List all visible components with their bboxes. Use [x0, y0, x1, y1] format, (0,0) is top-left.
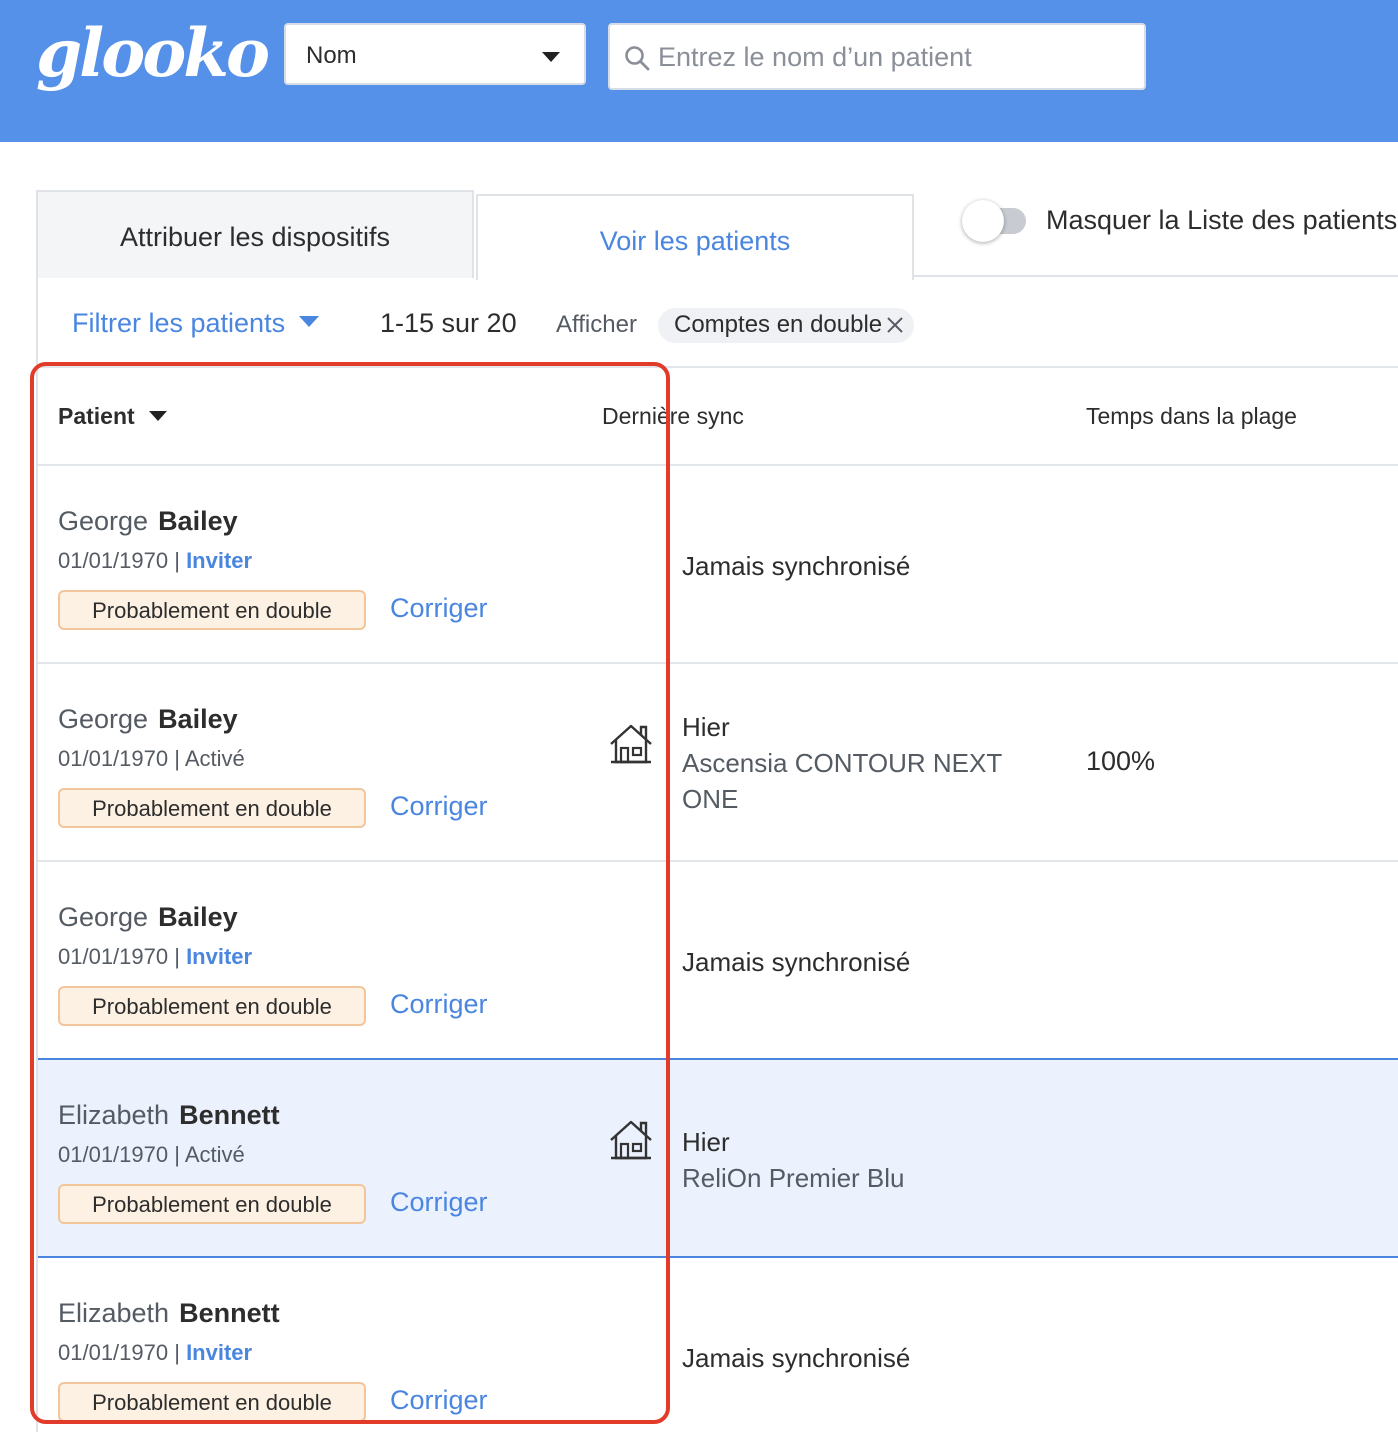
- meta-separator: |: [168, 1340, 187, 1365]
- filter-label: Filtrer les patients: [72, 308, 286, 338]
- fix-link[interactable]: Corriger: [390, 593, 488, 624]
- chevron-down-icon: [542, 52, 560, 62]
- last-name: Bailey: [158, 902, 238, 932]
- table-row[interactable]: George Bailey 01/01/1970 | Activé Probabl…: [38, 664, 1398, 860]
- column-header-time-in-range[interactable]: Temps dans la plage: [1086, 403, 1297, 430]
- account-status: Activé: [184, 1142, 245, 1167]
- column-patient-label: Patient: [58, 403, 135, 429]
- birth-date: 01/01/1970: [58, 944, 169, 969]
- sync-status: Jamais synchronisé: [682, 551, 911, 581]
- patient-name[interactable]: George Bailey: [58, 506, 238, 537]
- sync-status: Jamais synchronisé: [682, 947, 911, 977]
- table-row-selected[interactable]: Elizabeth Bennett 01/01/1970 | Activé Pro…: [38, 1058, 1398, 1258]
- first-name: Elizabeth: [58, 1298, 170, 1328]
- invite-link[interactable]: Inviter: [186, 548, 252, 573]
- last-sync-cell: Jamais synchronisé: [682, 1340, 910, 1376]
- patient-meta: 01/01/1970 | Inviter: [58, 548, 252, 574]
- patient-search-input[interactable]: [658, 39, 1128, 75]
- patient-meta: 01/01/1970 | Inviter: [58, 944, 252, 970]
- patient-meta: 01/01/1970 | Activé: [58, 1142, 245, 1168]
- invite-link[interactable]: Inviter: [186, 944, 252, 969]
- fix-link[interactable]: Corriger: [390, 1187, 488, 1218]
- last-sync-cell: Hier ReliOn Premier Blu: [682, 1124, 1042, 1196]
- patient-meta: 01/01/1970 | Inviter: [58, 1340, 252, 1366]
- duplicate-badge: Probablement en double: [58, 1184, 366, 1224]
- birth-date: 01/01/1970: [58, 746, 169, 771]
- filter-patients-button[interactable]: Filtrer les patients: [72, 308, 320, 339]
- invite-link[interactable]: Inviter: [186, 1340, 252, 1365]
- birth-date: 01/01/1970: [58, 548, 169, 573]
- fix-link[interactable]: Corriger: [390, 989, 488, 1020]
- patient-name[interactable]: Elizabeth Bennett: [58, 1100, 280, 1131]
- close-icon[interactable]: [886, 316, 904, 334]
- table-row[interactable]: George Bailey 01/01/1970 | Inviter Probab…: [38, 862, 1398, 1058]
- fix-link[interactable]: Corriger: [390, 1385, 488, 1416]
- toggle-knob: [962, 200, 1004, 242]
- patient-name[interactable]: Elizabeth Bennett: [58, 1298, 280, 1329]
- duplicate-badge: Probablement en double: [58, 590, 366, 630]
- hide-patient-list-toggle[interactable]: [962, 200, 1026, 242]
- duplicate-badge: Probablement en double: [58, 788, 366, 828]
- last-sync-cell: Hier Ascensia CONTOUR NEXT ONE: [682, 709, 1042, 817]
- account-status: Activé: [184, 746, 245, 771]
- patient-name[interactable]: George Bailey: [58, 704, 238, 735]
- patient-name[interactable]: George Bailey: [58, 902, 238, 933]
- tab-assign-devices[interactable]: Attribuer les dispositifs: [36, 190, 474, 278]
- last-name: Bailey: [158, 506, 238, 536]
- duplicate-badge: Probablement en double: [58, 986, 366, 1026]
- pagination-count: 1-15 sur 20: [380, 308, 517, 338]
- birth-date: 01/01/1970: [58, 1142, 169, 1167]
- meta-separator: |: [168, 1142, 185, 1167]
- time-in-range-value: 100%: [1086, 746, 1156, 776]
- table-row[interactable]: Elizabeth Bennett 01/01/1970 | Inviter Pr…: [38, 1258, 1398, 1432]
- fix-link[interactable]: Corriger: [390, 791, 488, 822]
- duplicate-accounts-chip: Comptes en double: [658, 308, 914, 343]
- meta-separator: |: [168, 746, 185, 771]
- app-header: glooko Nom: [0, 0, 1398, 142]
- column-header-last-sync[interactable]: Dernière sync: [602, 403, 744, 430]
- last-sync-cell: Jamais synchronisé: [682, 944, 910, 980]
- duplicate-badge: Probablement en double: [58, 1382, 366, 1422]
- tabs-divider: [914, 275, 1398, 277]
- sync-status: Hier: [682, 1127, 730, 1157]
- sync-device: ReliOn Premier Blu: [682, 1163, 905, 1193]
- first-name: George: [58, 704, 149, 734]
- search-icon: [625, 46, 650, 71]
- table-row[interactable]: George Bailey 01/01/1970 | Inviter Probab…: [38, 466, 1398, 662]
- show-label: Afficher: [556, 311, 637, 338]
- meta-separator: |: [168, 944, 187, 969]
- first-name: Elizabeth: [58, 1100, 170, 1130]
- search-by-value: Nom: [306, 42, 357, 69]
- chevron-down-icon: [299, 316, 320, 328]
- home-icon: [610, 724, 652, 764]
- tab-view-patients[interactable]: Voir les patients: [476, 194, 914, 280]
- first-name: George: [58, 902, 149, 932]
- last-name: Bennett: [179, 1100, 280, 1130]
- last-name: Bennett: [179, 1298, 280, 1328]
- last-sync-cell: Jamais synchronisé: [682, 548, 910, 584]
- sync-status: Jamais synchronisé: [682, 1343, 911, 1373]
- search-by-select[interactable]: Nom: [284, 23, 586, 85]
- sync-device: Ascensia CONTOUR NEXT ONE: [682, 748, 1002, 814]
- chip-label: Comptes en double: [674, 311, 883, 338]
- table-top-border: [38, 366, 1398, 368]
- meta-separator: |: [168, 548, 187, 573]
- sync-status: Hier: [682, 712, 730, 742]
- patient-search-box[interactable]: [608, 23, 1146, 90]
- sort-down-icon: [148, 411, 167, 421]
- hide-patient-list-label: Masquer la Liste des patients: [1046, 205, 1398, 235]
- patient-meta: 01/01/1970 | Activé: [58, 746, 245, 772]
- column-header-patient[interactable]: Patient: [58, 403, 167, 430]
- home-icon: [610, 1120, 652, 1160]
- glooko-logo[interactable]: glooko: [36, 14, 270, 92]
- last-name: Bailey: [158, 704, 238, 734]
- first-name: George: [58, 506, 149, 536]
- birth-date: 01/01/1970: [58, 1340, 169, 1365]
